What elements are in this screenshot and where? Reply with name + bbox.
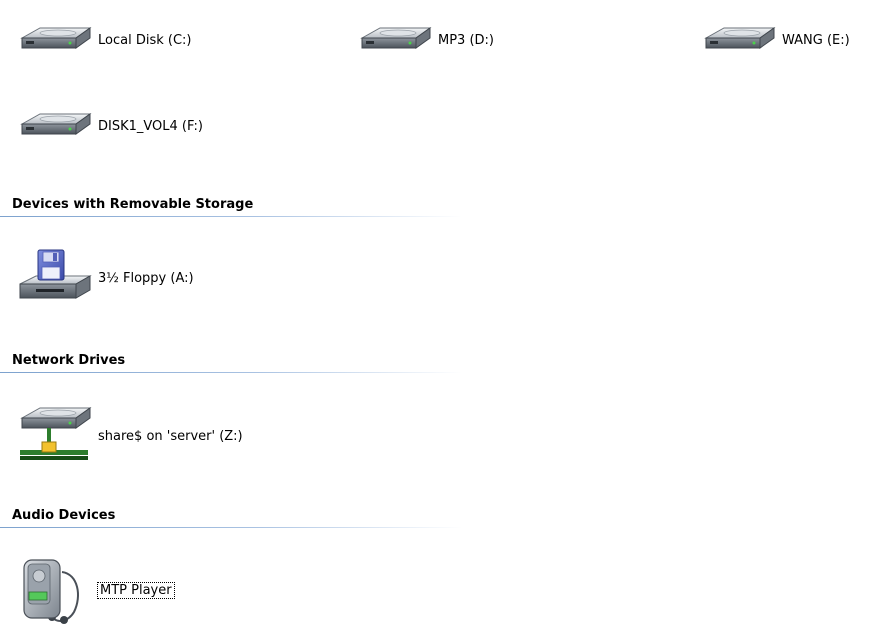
drive-label: MP3 (D:): [438, 32, 494, 48]
hard-drive-icon: [704, 27, 776, 49]
group-header-audio[interactable]: Audio Devices: [0, 506, 462, 528]
device-item-mtp-player[interactable]: MTP Player: [18, 554, 175, 626]
drive-item-a[interactable]: 3½ Floppy (A:): [18, 248, 194, 308]
drive-item-c[interactable]: Local Disk (C:): [18, 24, 191, 56]
group-title: Network Drives: [12, 353, 126, 368]
drive-label: Local Disk (C:): [98, 32, 192, 48]
group-title: Devices with Removable Storage: [12, 197, 254, 212]
drive-label: share$ on 'server' (Z:): [98, 428, 243, 444]
drive-item-f[interactable]: DISK1_VOL4 (F:): [18, 110, 203, 142]
device-label: MTP Player: [97, 581, 175, 599]
group-divider: [0, 372, 462, 373]
drive-label: 3½ Floppy (A:): [98, 270, 194, 286]
hard-drive-icon: [20, 113, 92, 135]
drive-item-z[interactable]: share$ on 'server' (Z:): [18, 404, 243, 468]
group-header-network[interactable]: Network Drives: [0, 351, 462, 373]
media-player-icon: [23, 559, 79, 624]
floppy-drive-icon: [19, 249, 92, 299]
hard-drive-icon: [360, 27, 432, 49]
drive-item-e[interactable]: WANG (E:): [702, 24, 850, 56]
group-title: Audio Devices: [12, 508, 116, 523]
network-drive-icon: [20, 407, 92, 460]
drive-label: DISK1_VOL4 (F:): [98, 118, 203, 134]
group-divider: [0, 216, 462, 217]
hard-drive-icon: [20, 27, 92, 49]
drive-item-d[interactable]: MP3 (D:): [358, 24, 494, 56]
group-header-removable[interactable]: Devices with Removable Storage: [0, 195, 462, 217]
group-divider: [0, 527, 462, 528]
drive-label: WANG (E:): [782, 32, 850, 48]
